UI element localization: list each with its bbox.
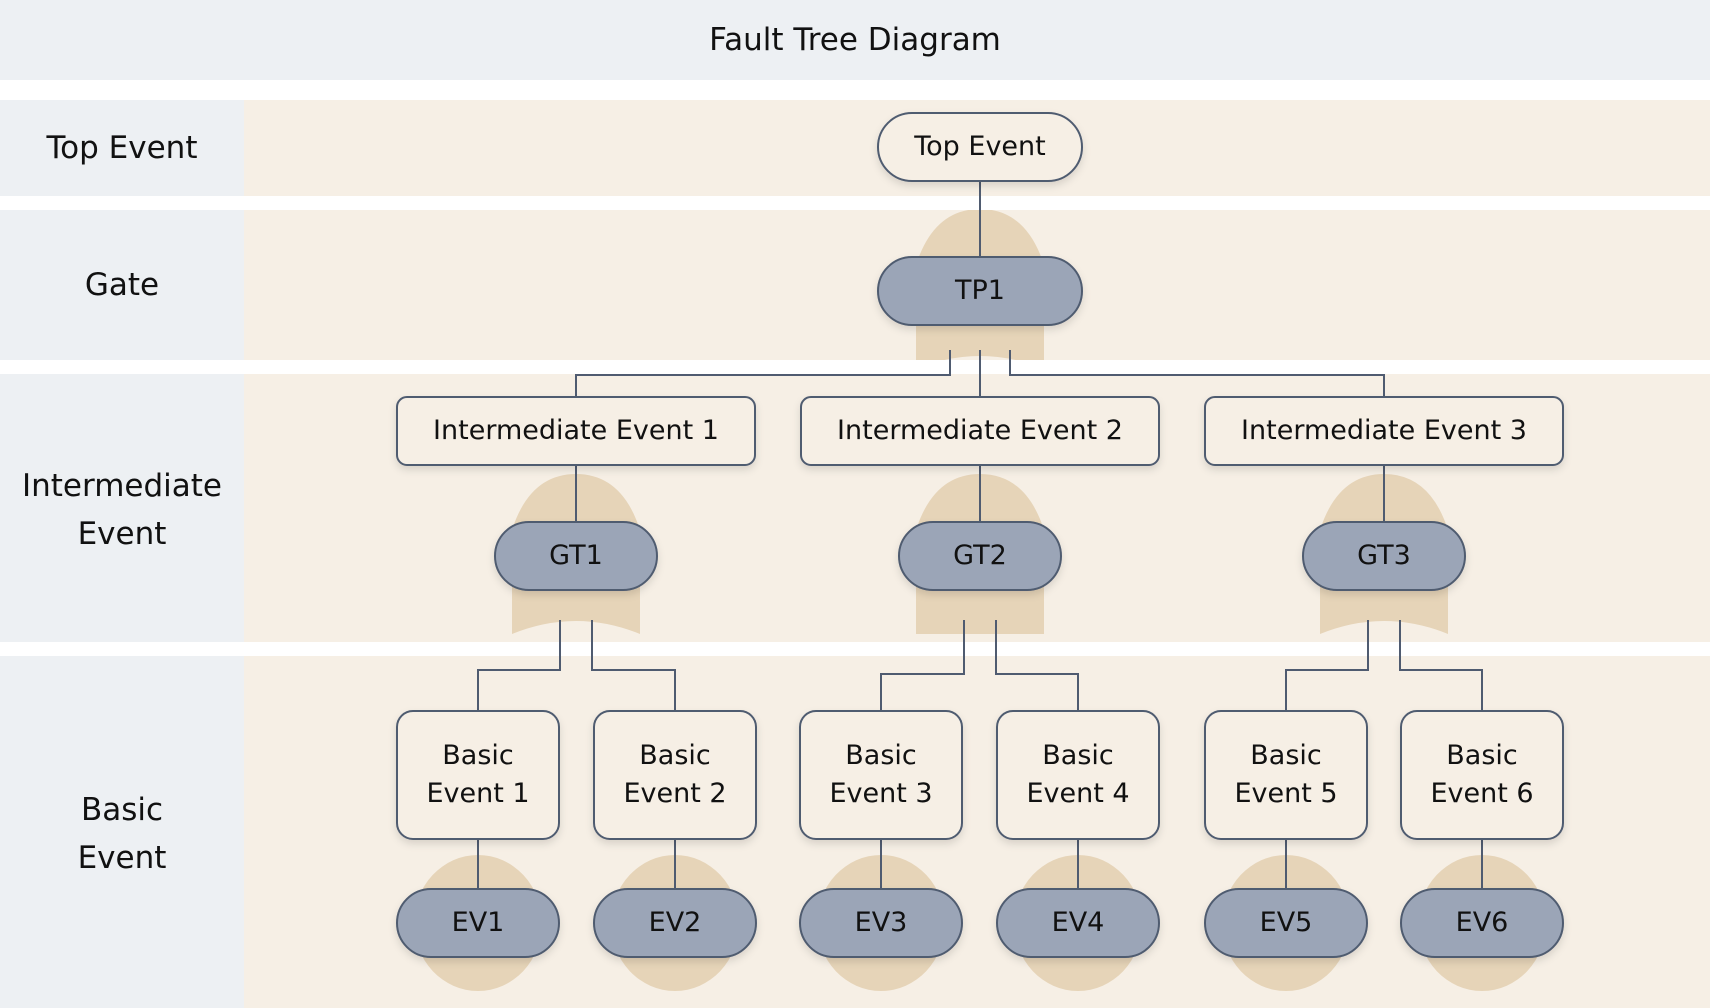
gate-button-gt2[interactable] — [899, 522, 1061, 590]
event-tag-button-ev6[interactable] — [1401, 889, 1563, 957]
event-tag-button-ev2[interactable] — [594, 889, 756, 957]
connector-gt1-be1 — [477, 620, 561, 711]
basic-event-button-6[interactable] — [1401, 711, 1563, 839]
connector-gt1-be2 — [591, 620, 676, 711]
event-tag-button-ev5[interactable] — [1205, 889, 1367, 957]
basic-event-button-2[interactable] — [594, 711, 756, 839]
event-tag-button-ev1[interactable] — [397, 889, 559, 957]
intermediate-event-button-1[interactable] — [397, 397, 755, 465]
gate-button-gt3[interactable] — [1303, 522, 1465, 590]
top-event-button[interactable] — [878, 113, 1082, 181]
connector-gt3-be5 — [1285, 620, 1369, 711]
basic-event-button-3[interactable] — [800, 711, 962, 839]
connector-tp1-ie3 — [1009, 350, 1385, 397]
event-tag-button-ev3[interactable] — [800, 889, 962, 957]
intermediate-event-button-3[interactable] — [1205, 397, 1563, 465]
connector-tp1-ie1 — [575, 350, 951, 397]
gate-button-gt1[interactable] — [495, 522, 657, 590]
fault-tree-canvas — [396, 112, 1564, 991]
basic-event-button-4[interactable] — [997, 711, 1159, 839]
connector-gt3-be6 — [1399, 620, 1483, 711]
intermediate-event-button-2[interactable] — [801, 397, 1159, 465]
event-tag-button-ev4[interactable] — [997, 889, 1159, 957]
basic-event-button-5[interactable] — [1205, 711, 1367, 839]
gate-button-tp1[interactable] — [878, 257, 1082, 325]
basic-event-button-1[interactable] — [397, 711, 559, 839]
